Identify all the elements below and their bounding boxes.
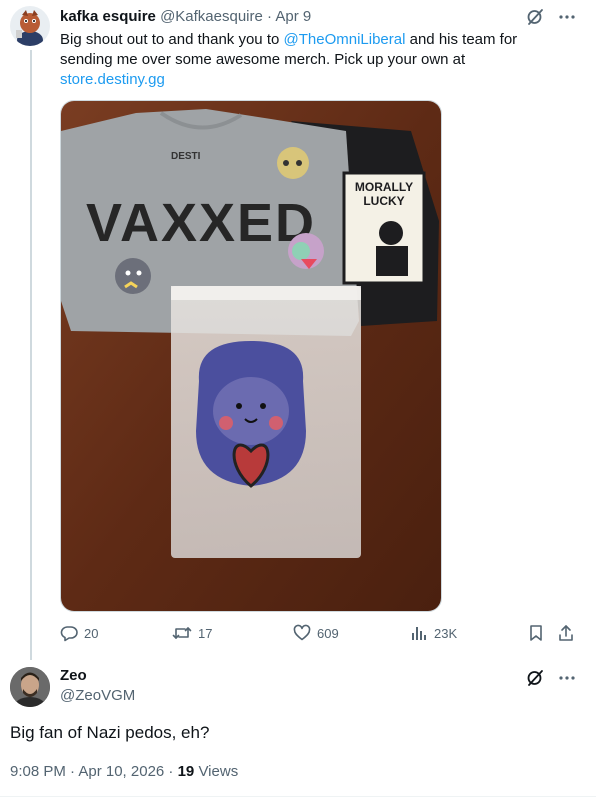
sticker-rainbow xyxy=(288,233,324,269)
grok-icon[interactable] xyxy=(526,669,544,687)
tweet-header: kafka esquire @Kafkaesquire · Apr 9 xyxy=(60,8,311,25)
blue-character-sticker xyxy=(196,341,306,488)
like-button[interactable]: 609 xyxy=(293,624,339,642)
avatar-illustration xyxy=(10,6,50,46)
shirt-vaxxed-text: VAXXED xyxy=(86,193,316,253)
tweet-media[interactable]: MORALLY LUCKY VAXXED DESTI xyxy=(60,100,442,612)
merch-photo: MORALLY LUCKY VAXXED DESTI xyxy=(61,101,441,611)
bookmark-icon xyxy=(530,625,542,641)
like-count: 609 xyxy=(317,625,339,641)
grok-icon[interactable] xyxy=(526,8,544,26)
like-icon xyxy=(293,624,311,641)
reply-views-label: Views xyxy=(194,763,239,780)
tweet-text-part1: Big shout out to and thank you to xyxy=(60,31,284,48)
reply-count: 20 xyxy=(84,625,99,641)
sticker-yellow xyxy=(277,147,309,179)
reply-author-name[interactable]: Zeo xyxy=(60,667,87,684)
reply-author-handle[interactable]: @ZeoVGM xyxy=(60,687,135,704)
reply-views-count: 19 xyxy=(177,763,195,780)
author-name[interactable]: kafka esquire xyxy=(60,8,156,25)
tweet-header-actions xyxy=(526,8,576,26)
views-count: 23K xyxy=(434,625,458,641)
reply-meta: 9:08 PM · Apr 10, 2026 · 19 Views xyxy=(10,763,238,780)
black-shirt-text-1: MORALLY xyxy=(355,180,413,194)
reply-author-avatar[interactable] xyxy=(10,667,50,707)
more-options-icon[interactable] xyxy=(558,669,576,687)
more-options-icon[interactable] xyxy=(558,8,576,26)
share-button[interactable] xyxy=(557,624,575,642)
author-handle[interactable]: @Kafkaesquire xyxy=(160,8,263,25)
store-link[interactable]: store.destiny.gg xyxy=(60,71,165,88)
repost-icon xyxy=(172,627,192,639)
views-button[interactable]: 23K xyxy=(410,624,457,642)
bookmark-button[interactable] xyxy=(528,624,544,642)
header-separator: · xyxy=(267,8,273,25)
reply-timestamp[interactable]: 9:08 PM · Apr 10, 2026 · xyxy=(10,763,178,780)
tweet-date[interactable]: Apr 9 xyxy=(275,8,311,25)
reply-button[interactable]: 20 xyxy=(60,624,98,642)
reply-header-actions xyxy=(526,669,576,687)
tweet-text: Big shout out to and thank you to @TheOm… xyxy=(60,30,560,90)
reply-icon xyxy=(60,626,78,642)
reply-text: Big fan of Nazi pedos, eh? xyxy=(10,723,210,742)
tweet-actions: 20 17 609 23K xyxy=(60,622,580,644)
black-shirt-text-2: LUCKY xyxy=(363,194,404,208)
author-avatar[interactable] xyxy=(10,6,50,46)
thread-connector-line xyxy=(30,50,32,660)
share-icon xyxy=(559,625,573,641)
bottom-divider xyxy=(0,796,596,797)
repost-button[interactable]: 17 xyxy=(172,624,212,642)
sticker-grey xyxy=(115,258,151,294)
views-icon xyxy=(412,627,426,640)
mention-link[interactable]: @TheOmniLiberal xyxy=(284,31,406,48)
shirt-brand-text: DESTI xyxy=(171,151,201,162)
repost-count: 17 xyxy=(198,625,213,641)
reply-avatar-photo xyxy=(10,667,50,707)
